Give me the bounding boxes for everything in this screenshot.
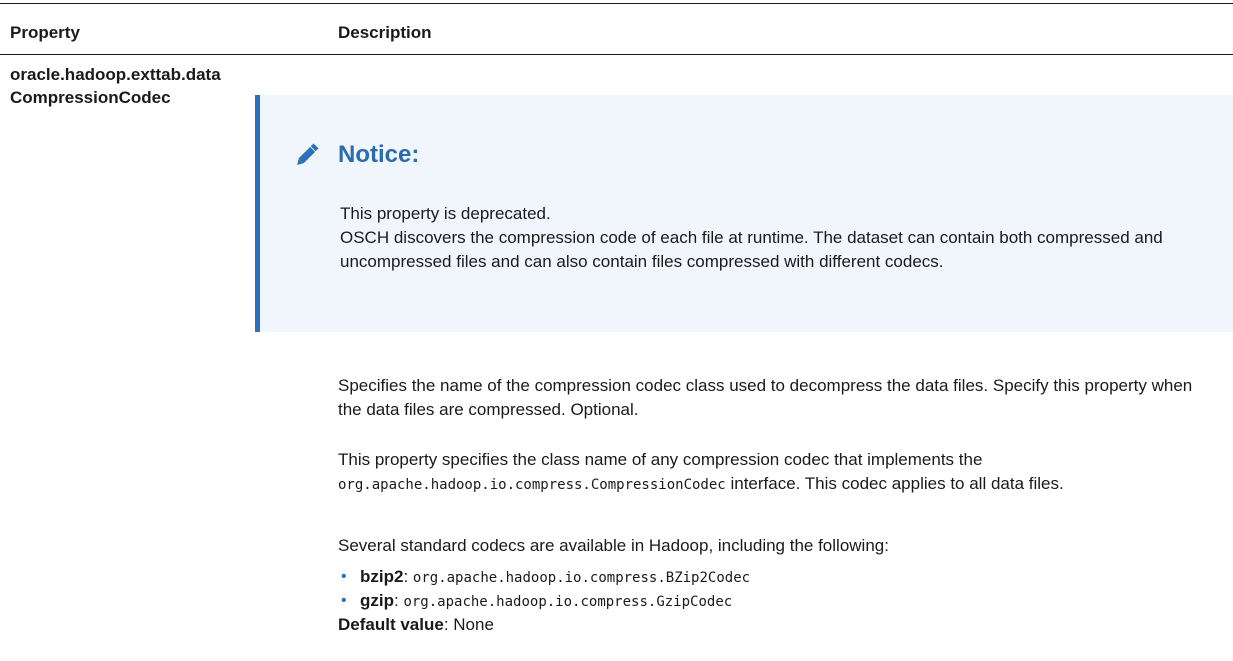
header-rule (0, 54, 1233, 55)
description-paragraph-3: Several standard codecs are available in… (338, 536, 889, 555)
property-name: oracle.hadoop.exttab.data CompressionCod… (10, 63, 250, 109)
description-paragraph-1: Specifies the name of the compression co… (338, 376, 1193, 419)
notice-title: Notice: (338, 141, 420, 168)
pencil-icon (292, 140, 322, 170)
codec-class: org.apache.hadoop.io.compress.GzipCodec (403, 594, 733, 610)
codec-separator: : (403, 567, 413, 586)
codec-list: • bzip2: org.apache.hadoop.io.compress.BZ… (338, 565, 1218, 613)
codec-class: org.apache.hadoop.io.compress.BZip2Codec (412, 570, 751, 586)
notice-body: This property is deprecated. OSCH discov… (340, 202, 1200, 274)
bullet-icon: • (341, 568, 347, 585)
header-description: Description (338, 23, 432, 42)
default-value-separator: : (443, 615, 454, 634)
header-property: Property (10, 23, 80, 42)
default-value-line: Default value: None (338, 613, 494, 637)
notice-box: Notice: This property is deprecated. OSC… (255, 95, 1233, 332)
property-name-line1: oracle.hadoop.exttab.data (10, 65, 221, 84)
notice-line-details: OSCH discovers the compression code of e… (340, 228, 1163, 271)
codec-name: bzip2 (360, 567, 404, 586)
notice-header: Notice: (292, 140, 419, 170)
codec-name: gzip (360, 591, 394, 610)
bullet-icon: • (341, 592, 347, 609)
paragraph-2-text-after: interface. This codec applies to all dat… (725, 474, 1064, 493)
notice-line-deprecated: This property is deprecated. (340, 204, 551, 223)
default-value: None (453, 615, 494, 634)
default-value-label: Default value (338, 615, 444, 634)
interface-class-code: org.apache.hadoop.io.compress.Compressio… (338, 477, 726, 493)
property-name-line2: CompressionCodec (10, 88, 171, 107)
list-item: • gzip: org.apache.hadoop.io.compress.Gzi… (338, 589, 1218, 613)
list-item: • bzip2: org.apache.hadoop.io.compress.BZ… (338, 565, 1218, 589)
description-paragraph-2: This property specifies the class name o… (338, 448, 1218, 497)
paragraph-2-text-before: This property specifies the class name o… (338, 450, 983, 469)
table-top-rule (0, 3, 1233, 4)
